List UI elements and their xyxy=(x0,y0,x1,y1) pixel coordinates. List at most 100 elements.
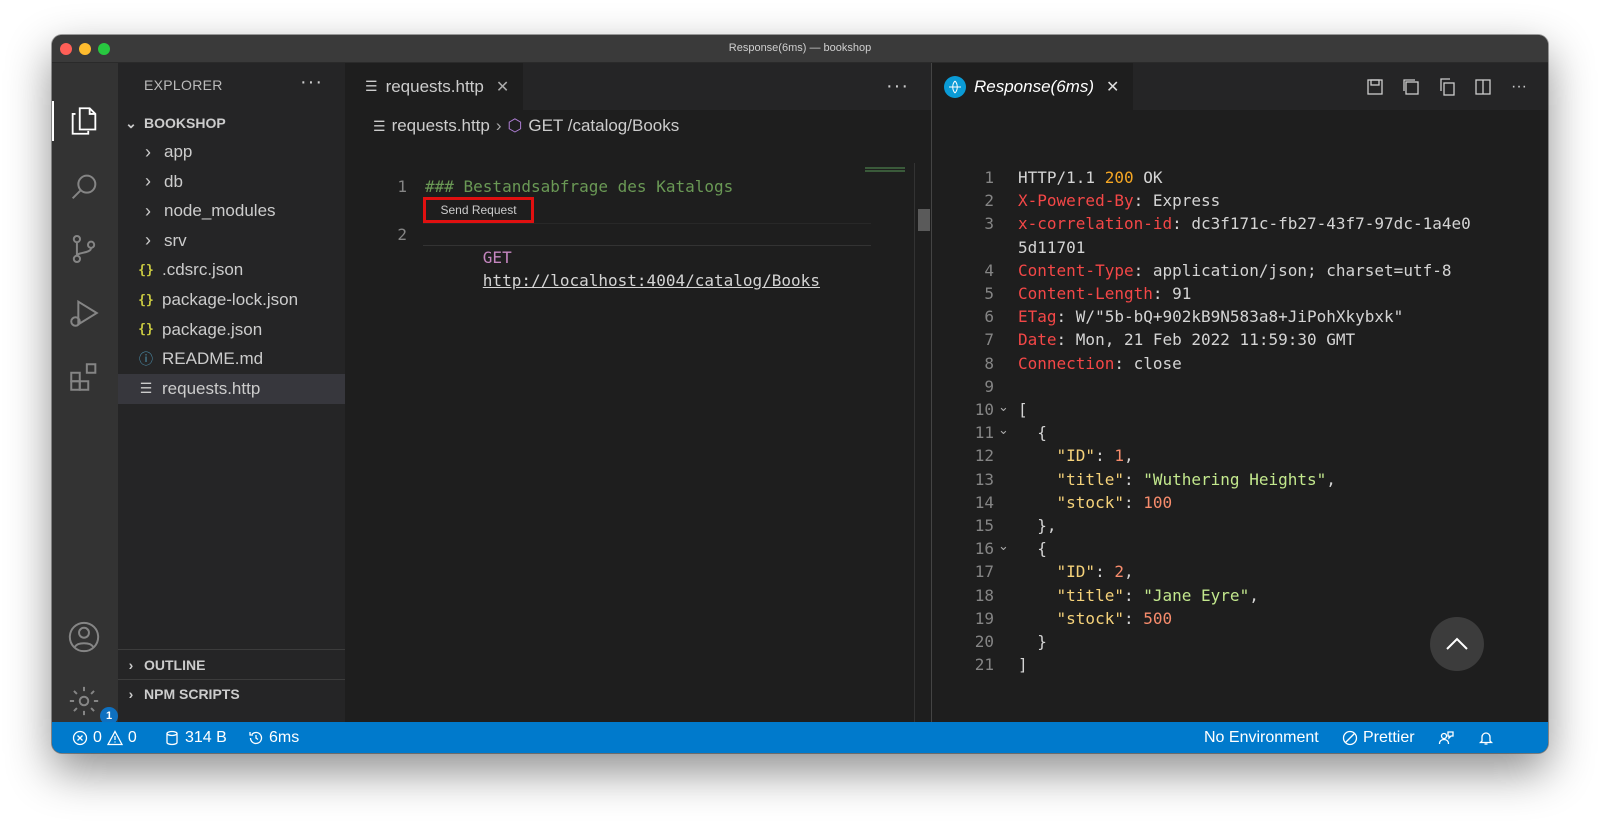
breadcrumb: ☰ requests.http › ⬡ GET /catalog/Books xyxy=(373,114,679,138)
more-icon[interactable]: ··· xyxy=(1508,76,1530,98)
request-url[interactable]: http://localhost:4004/catalog/Books xyxy=(483,271,820,290)
tree-item-cdsrc-json[interactable]: {} .cdsrc.json xyxy=(118,255,345,285)
header-value: W/"5b-bQ+902kB9N583a8+JiPohXkybxk" xyxy=(1075,307,1404,327)
feedback-button[interactable] xyxy=(1438,722,1454,753)
scrollbar-slider[interactable] xyxy=(918,209,930,231)
json-number: 100 xyxy=(1143,492,1173,512)
breadcrumb-file[interactable]: requests.http xyxy=(392,116,490,136)
json-punctuation: { xyxy=(1018,423,1047,443)
json-file-icon: {} xyxy=(138,322,154,338)
json-key: "title" xyxy=(1056,469,1124,489)
json-punctuation: [ xyxy=(1018,400,1028,419)
bookshop-folder-header[interactable]: ⌄ BOOKSHOP xyxy=(118,109,345,137)
save-icon[interactable] xyxy=(1364,76,1386,98)
save-body-icon[interactable] xyxy=(1400,76,1422,98)
response-line[interactable]: "title": "Jane Eyre", xyxy=(1018,584,1259,607)
response-line[interactable]: } xyxy=(1018,630,1047,653)
split-editor-icon[interactable] xyxy=(1472,76,1494,98)
chevron-right-icon: › xyxy=(145,230,151,251)
json-number: 2 xyxy=(1114,562,1124,582)
response-line[interactable]: "title": "Wuthering Heights", xyxy=(1018,468,1336,491)
header-name: ETag xyxy=(1018,307,1057,327)
scroll-to-top-button[interactable] xyxy=(1430,617,1484,671)
header-value: 91 xyxy=(1172,284,1192,303)
comment-line[interactable]: ### Bestandsabfrage des Katalogs xyxy=(425,175,733,198)
outline-section[interactable]: › OUTLINE xyxy=(118,651,345,679)
response-line[interactable]: { xyxy=(1018,537,1047,560)
explorer-more-button[interactable]: ··· xyxy=(300,71,323,94)
database-icon xyxy=(166,730,178,745)
line-number: 5 xyxy=(984,284,994,303)
editor-more-button[interactable]: ··· xyxy=(886,75,909,98)
tree-item-label: node_modules xyxy=(164,201,276,221)
line-number: 1 xyxy=(984,168,994,187)
send-request-codelens[interactable]: Send Request xyxy=(423,197,534,223)
account-icon[interactable] xyxy=(66,619,102,655)
response-line[interactable]: HTTP/1.1 200 OK xyxy=(1018,166,1163,189)
response-size[interactable]: 314 B xyxy=(164,722,227,753)
tree-item-readme-md[interactable]: ⓘ README.md xyxy=(118,344,345,374)
json-file-icon: {} xyxy=(138,292,154,308)
extensions-icon[interactable] xyxy=(66,359,102,395)
json-punctuation: , xyxy=(1123,446,1134,466)
response-line[interactable]: }, xyxy=(1018,514,1057,537)
tree-item-srv[interactable]: › srv xyxy=(118,226,345,256)
notifications-button[interactable] xyxy=(1478,722,1494,753)
response-line[interactable]: ] xyxy=(1018,653,1028,676)
files-icon[interactable] xyxy=(66,103,102,139)
response-line[interactable]: 5d11701 xyxy=(1018,236,1085,259)
tab-response[interactable]: Response(6ms) ✕ xyxy=(932,63,1134,110)
chevron-up-icon xyxy=(1446,637,1468,650)
json-number: 1 xyxy=(1114,446,1124,466)
json-punctuation: } xyxy=(1018,632,1047,651)
search-icon[interactable] xyxy=(66,169,102,205)
copy-icon[interactable] xyxy=(1436,76,1458,98)
fold-chevron-icon[interactable]: ⌄ xyxy=(998,399,1009,415)
settings-gear-icon[interactable]: 1 xyxy=(66,683,118,725)
response-line[interactable]: { xyxy=(1018,421,1047,444)
response-time[interactable]: 6ms xyxy=(248,722,299,753)
tab-requests-http[interactable]: ☰ requests.http ✕ xyxy=(345,63,524,110)
fold-chevron-icon[interactable]: ⌄ xyxy=(998,422,1009,438)
response-line[interactable]: "stock": 500 xyxy=(1018,607,1173,630)
response-line[interactable]: "ID": 1, xyxy=(1018,444,1134,467)
tree-item-package-json[interactable]: {} package.json xyxy=(118,315,345,345)
response-line[interactable]: "stock": 100 xyxy=(1018,491,1173,514)
scrollbar-track[interactable] xyxy=(914,163,915,722)
header-value: dc3f171c-fb27-43f7-97dc-1a4e0 xyxy=(1191,214,1471,234)
response-line[interactable]: Connection: close xyxy=(1018,352,1182,375)
response-line[interactable]: ETag: W/"5b-bQ+902kB9N583a8+JiPohXkybxk" xyxy=(1018,305,1403,328)
line-number: 3 xyxy=(984,214,994,234)
json-string: "Jane Eyre" xyxy=(1143,585,1250,605)
response-line[interactable]: x-correlation-id: dc3f171c-fb27-43f7-97d… xyxy=(1018,212,1471,235)
response-line[interactable]: Content-Length: 91 xyxy=(1018,282,1191,305)
prettier-status[interactable]: Prettier xyxy=(1342,722,1415,753)
response-line[interactable]: [ xyxy=(1018,398,1028,421)
json-punctuation: ] xyxy=(1018,655,1028,675)
tree-item-package-lock-json[interactable]: {} package-lock.json xyxy=(118,285,345,315)
minimap[interactable] xyxy=(865,167,931,173)
run-debug-icon[interactable] xyxy=(66,295,102,331)
tree-item-label: package.json xyxy=(162,319,263,339)
response-toolbar: ··· xyxy=(1364,76,1530,98)
tree-item-app[interactable]: › app xyxy=(118,137,345,167)
environment-selector[interactable]: No Environment xyxy=(1204,722,1319,753)
breadcrumb-symbol[interactable]: GET /catalog/Books xyxy=(528,116,679,136)
close-tab-icon[interactable]: ✕ xyxy=(496,77,509,97)
fold-chevron-icon[interactable]: ⌄ xyxy=(998,538,1009,554)
symbol-cube-icon: ⬡ xyxy=(507,116,523,135)
response-line[interactable]: X-Powered-By: Express xyxy=(1018,189,1220,212)
tree-item-db[interactable]: › db xyxy=(118,167,345,197)
close-tab-icon[interactable]: ✕ xyxy=(1106,77,1119,97)
tree-item-label: srv xyxy=(164,230,187,250)
json-punctuation: }, xyxy=(1018,516,1057,535)
npm-scripts-section[interactable]: › NPM SCRIPTS xyxy=(118,680,345,708)
problems-indicator[interactable]: 0 0 xyxy=(72,722,137,753)
response-line[interactable]: "ID": 2, xyxy=(1018,560,1134,583)
response-line[interactable]: Date: Mon, 21 Feb 2022 11:59:30 GMT xyxy=(1018,328,1355,351)
response-line[interactable]: Content-Type: application/json; charset=… xyxy=(1018,259,1451,282)
tree-item-requests-http[interactable]: ☰ requests.http xyxy=(118,373,345,404)
source-control-icon[interactable] xyxy=(66,231,102,267)
request-line[interactable]: GET http://localhost:4004/catalog/Books xyxy=(425,223,820,315)
tree-item-node-modules[interactable]: › node_modules xyxy=(118,196,345,226)
